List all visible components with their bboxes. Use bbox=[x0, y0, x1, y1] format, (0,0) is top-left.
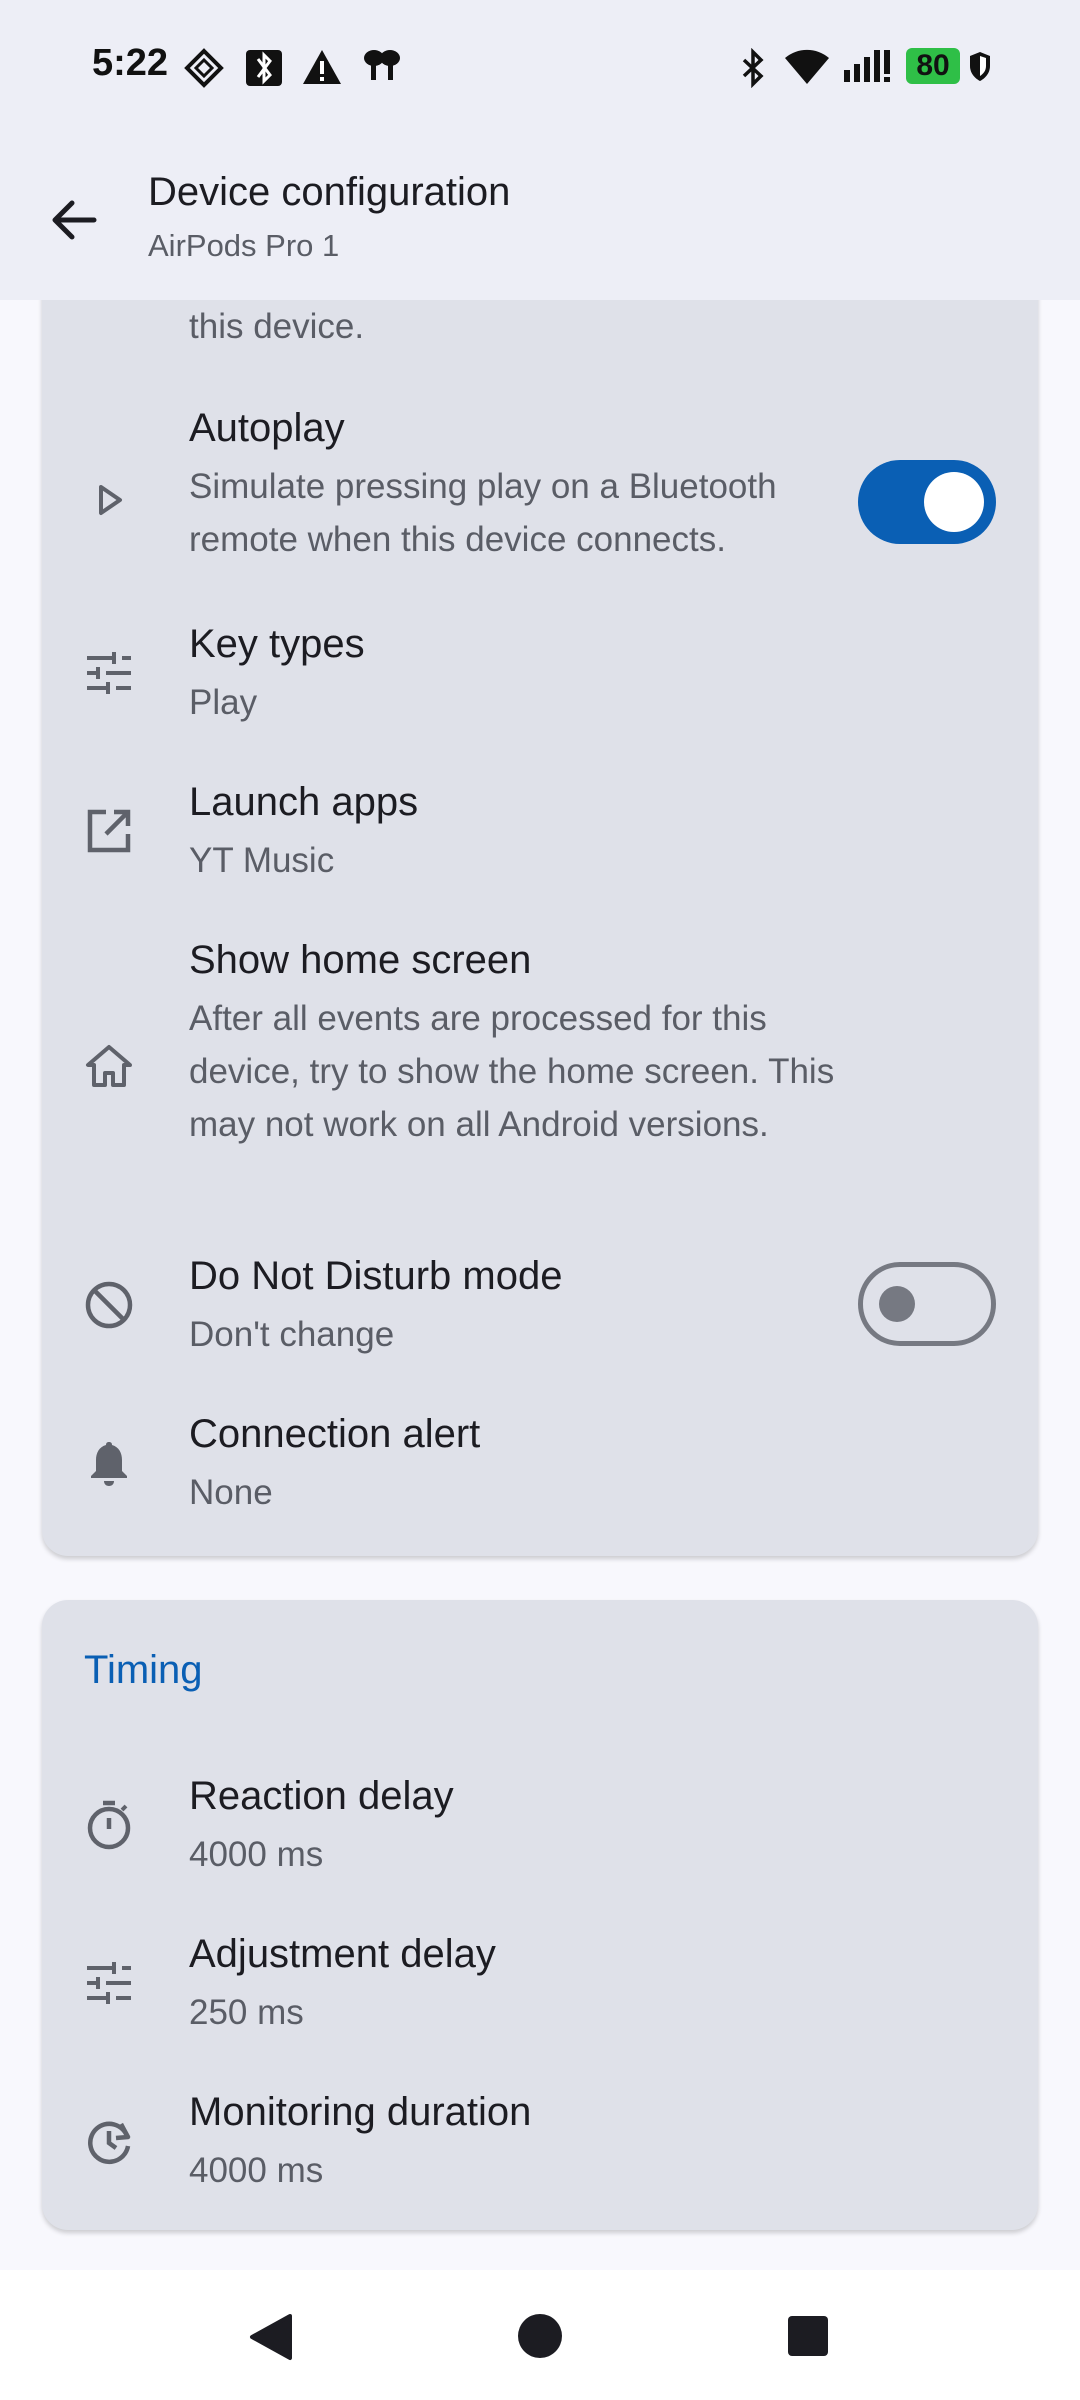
page-subtitle: AirPods Pro 1 bbox=[148, 228, 340, 263]
setting-show-home-screen[interactable]: Show home screen After all events are pr… bbox=[42, 926, 1038, 1346]
status-bar: 5:22 80 bbox=[0, 0, 1080, 140]
cut-off-summary: this device. bbox=[189, 307, 365, 346]
play-icon bbox=[99, 485, 122, 515]
signal-icon bbox=[844, 50, 890, 82]
open-in-new-icon bbox=[87, 809, 131, 853]
settings-card: this device. Autoplay Simulate pressing … bbox=[42, 240, 1038, 1556]
bluetooth-icon bbox=[742, 48, 764, 88]
dnd-value: Don't change bbox=[189, 1315, 395, 1354]
recents-nav-icon[interactable] bbox=[786, 2314, 830, 2358]
setting-key-types[interactable]: Key types Play bbox=[42, 610, 1038, 760]
wifi-icon bbox=[785, 49, 829, 84]
show-home-screen-summary: After all events are processed for this … bbox=[189, 999, 835, 1144]
monitoring-duration-title: Monitoring duration bbox=[189, 2090, 532, 2134]
show-home-screen-title: Show home screen bbox=[189, 938, 532, 982]
battery-indicator: 80 bbox=[906, 48, 960, 84]
bell-icon bbox=[91, 1442, 127, 1486]
home-icon bbox=[86, 1045, 132, 1087]
page-title: Device configuration bbox=[148, 170, 511, 214]
setting-launch-apps[interactable]: Launch apps YT Music bbox=[42, 768, 1038, 918]
block-icon bbox=[85, 1281, 133, 1329]
key-types-title: Key types bbox=[189, 622, 365, 666]
back-arrow-icon[interactable] bbox=[44, 190, 104, 250]
reaction-delay-title: Reaction delay bbox=[189, 1774, 454, 1818]
history-icon bbox=[88, 2121, 131, 2165]
reaction-delay-value: 4000 ms bbox=[189, 1835, 324, 1874]
back-nav-icon[interactable] bbox=[246, 2312, 294, 2362]
setting-do-not-disturb[interactable]: Do Not Disturb mode Don't change bbox=[42, 1242, 1038, 1392]
timing-card: Timing Reaction delay 4000 ms Adjustment… bbox=[42, 1600, 1038, 2230]
setting-adjustment-delay[interactable]: Adjustment delay 250 ms bbox=[42, 1920, 1038, 2070]
toggle-knob bbox=[924, 472, 984, 532]
navigation-bar bbox=[0, 2270, 1080, 2400]
connection-alert-value: None bbox=[189, 1473, 273, 1512]
fan-icon bbox=[364, 50, 400, 80]
setting-autoplay[interactable]: Autoplay Simulate pressing play on a Blu… bbox=[42, 390, 1038, 600]
monitoring-duration-value: 4000 ms bbox=[189, 2151, 324, 2190]
connection-alert-title: Connection alert bbox=[189, 1412, 481, 1456]
status-time: 5:22 bbox=[92, 42, 169, 84]
autoplay-title: Autoplay bbox=[189, 406, 345, 450]
app-bar: Device configuration AirPods Pro 1 bbox=[0, 140, 1080, 300]
warning-icon bbox=[303, 50, 341, 84]
timer-icon bbox=[87, 1800, 131, 1850]
bluetooth-box-icon bbox=[246, 50, 282, 86]
shield-icon bbox=[970, 52, 990, 81]
adjustment-delay-title: Adjustment delay bbox=[189, 1932, 496, 1976]
autoplay-toggle[interactable] bbox=[858, 460, 996, 544]
setting-connection-alert[interactable]: Connection alert None bbox=[42, 1400, 1038, 1550]
dnd-title: Do Not Disturb mode bbox=[189, 1254, 563, 1298]
home-nav-icon[interactable] bbox=[516, 2312, 564, 2360]
tune-icon bbox=[87, 652, 131, 694]
adjustment-delay-value: 250 ms bbox=[189, 1993, 304, 2032]
app-icon bbox=[184, 48, 224, 88]
setting-reaction-delay[interactable]: Reaction delay 4000 ms bbox=[42, 1762, 1038, 1912]
launch-apps-value: YT Music bbox=[189, 841, 335, 880]
autoplay-summary: Simulate pressing play on a Bluetooth re… bbox=[189, 467, 777, 559]
setting-monitoring-duration[interactable]: Monitoring duration 4000 ms bbox=[42, 2078, 1038, 2228]
key-types-value: Play bbox=[189, 683, 258, 722]
timing-section-title: Timing bbox=[84, 1648, 203, 1692]
launch-apps-title: Launch apps bbox=[189, 780, 419, 824]
tune-icon bbox=[87, 1962, 131, 2004]
